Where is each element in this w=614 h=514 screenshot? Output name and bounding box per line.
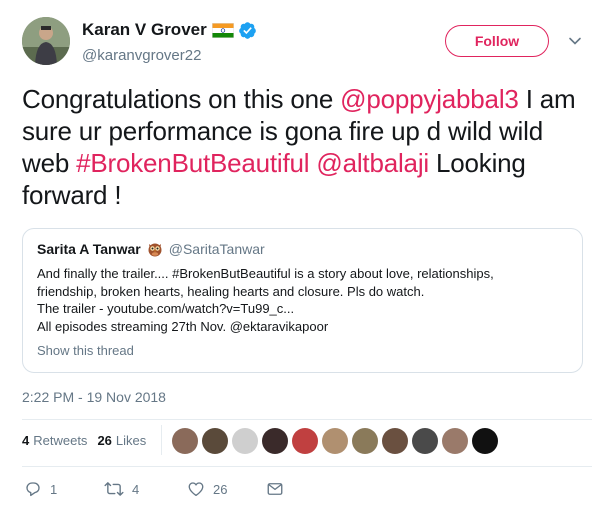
author-handle[interactable]: @karanvgrover22: [82, 47, 201, 64]
avatar-2[interactable]: [202, 428, 228, 454]
likes-count: 26: [97, 433, 112, 448]
chevron-down-icon[interactable]: [568, 34, 582, 48]
reply-icon: [26, 482, 40, 497]
retweet-icon: [104, 482, 124, 496]
hashtag-link[interactable]: #BrokenButBeautiful: [76, 148, 309, 178]
avatar-1[interactable]: [172, 428, 198, 454]
quoted-tweet-line: friendship, broken hearts, healing heart…: [37, 283, 425, 299]
quoted-tweet-line: The trailer - youtube.com/watch?v=Tu99_c…: [37, 301, 295, 316]
retweets-stat[interactable]: 4 Retweets: [22, 433, 87, 448]
envelope-icon: [267, 483, 283, 495]
india-flag-icon: [211, 22, 234, 38]
like-button[interactable]: 26: [187, 480, 227, 498]
like-count: 26: [213, 481, 228, 497]
altbalaji-avatar[interactable]: [472, 428, 498, 454]
tweet-card: Karan V Grover @karanvgrover22 Follow Co…: [0, 0, 614, 514]
quoted-tweet-line: All episodes streaming 27th Nov. @ektara…: [37, 318, 329, 334]
verified-badge-icon: [238, 21, 257, 40]
tweet-timestamp[interactable]: 2:22 PM - 19 Nov 2018: [22, 389, 166, 405]
avatar-8[interactable]: [382, 428, 408, 454]
likes-stat[interactable]: 26 Likes: [97, 433, 146, 448]
follow-button[interactable]: Follow: [445, 25, 549, 57]
mention-link[interactable]: @poppyjabbal3: [340, 84, 519, 114]
quoted-tweet[interactable]: Sarita A Tanwar @SaritaTanwar And finall…: [22, 228, 583, 373]
divider: [22, 466, 592, 467]
quoted-tweet-body: And finally the trailer.... #BrokenButBe…: [37, 265, 567, 335]
tweet-text: Congratulations on this one @poppyjabbal…: [22, 83, 597, 211]
avatar-10[interactable]: [442, 428, 468, 454]
show-thread-link[interactable]: Show this thread: [37, 343, 134, 358]
retweet-count: 4: [132, 481, 140, 497]
mention-link[interactable]: @altbalaji: [316, 148, 429, 178]
avatar-3[interactable]: [232, 428, 258, 454]
reply-count: 1: [50, 481, 58, 497]
heart-icon: [188, 482, 204, 497]
author-name-row: Karan V Grover: [82, 20, 257, 40]
likes-label: Likes: [115, 433, 147, 448]
owl-emoji-icon: [147, 241, 163, 257]
avatar-5[interactable]: [292, 428, 318, 454]
avatar-4[interactable]: [262, 428, 288, 454]
quoted-author-handle: @SaritaTanwar: [168, 241, 265, 257]
avatar-6[interactable]: [322, 428, 348, 454]
reply-button[interactable]: 1: [24, 480, 57, 498]
avatar-9[interactable]: [412, 428, 438, 454]
stats-separator: [161, 425, 162, 455]
author-avatar[interactable]: [22, 17, 70, 65]
tweet-text-part: Congratulations on this one: [22, 84, 341, 114]
engagement-stats: 4 Retweets 26 Likes: [22, 433, 146, 448]
avatar-7[interactable]: [352, 428, 378, 454]
divider: [22, 419, 592, 420]
direct-message-button[interactable]: [266, 480, 284, 498]
quoted-author-name: Sarita A Tanwar: [37, 241, 141, 257]
quoted-tweet-header: Sarita A Tanwar @SaritaTanwar: [37, 241, 265, 257]
quoted-tweet-line: And finally the trailer.... #BrokenButBe…: [37, 266, 494, 281]
retweets-count: 4: [22, 433, 30, 448]
retweet-button[interactable]: 4: [104, 480, 139, 498]
author-display-name[interactable]: Karan V Grover: [82, 20, 207, 40]
retweets-label: Retweets: [33, 433, 88, 448]
likers-avatars: [172, 428, 502, 454]
